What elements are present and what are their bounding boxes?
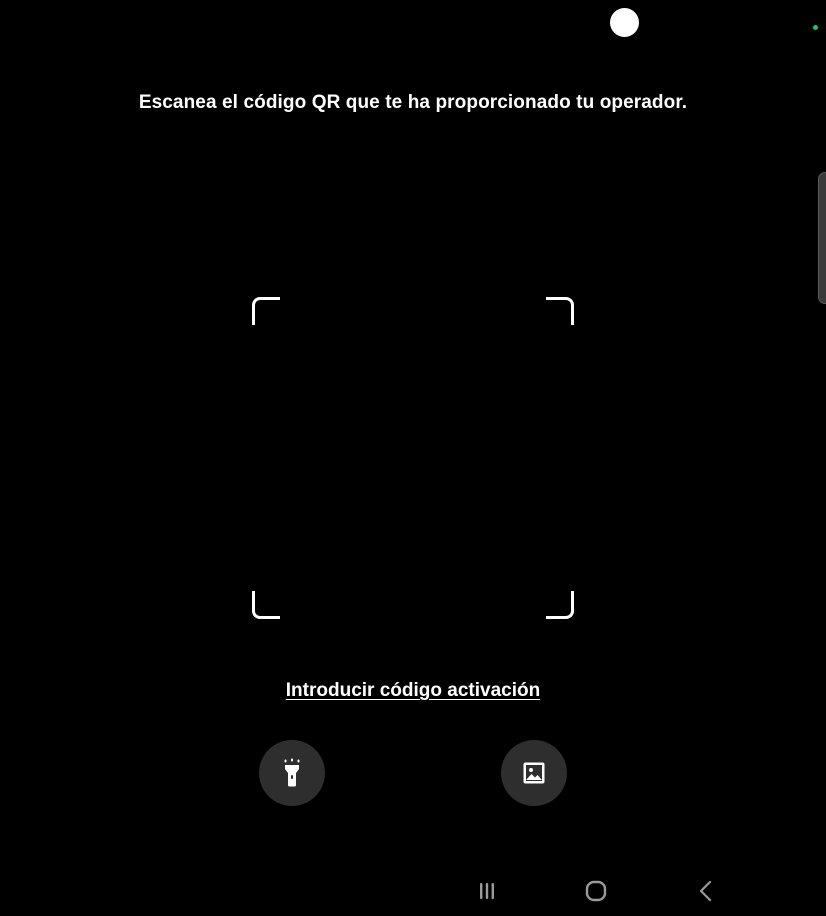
activation-code-link-container: Introducir código activación bbox=[0, 678, 826, 704]
recents-button[interactable] bbox=[471, 878, 503, 904]
home-icon bbox=[585, 880, 607, 902]
flashlight-button[interactable] bbox=[259, 740, 325, 806]
scan-frame-corner-top-left bbox=[252, 297, 280, 325]
recents-icon bbox=[480, 883, 494, 899]
flashlight-icon bbox=[284, 758, 300, 787]
image-icon bbox=[523, 762, 545, 784]
scan-frame-corner-bottom-right bbox=[546, 591, 574, 619]
edge-panel-handle[interactable] bbox=[818, 172, 826, 304]
navigation-bar bbox=[0, 866, 826, 916]
gallery-button[interactable] bbox=[501, 740, 567, 806]
enter-activation-code-link[interactable]: Introducir código activación bbox=[286, 680, 540, 701]
camera-cutout bbox=[610, 8, 639, 37]
home-button[interactable] bbox=[580, 878, 612, 904]
scan-frame-corner-bottom-left bbox=[252, 591, 280, 619]
camera-in-use-indicator bbox=[813, 25, 818, 30]
scan-instruction: Escanea el código QR que te ha proporcio… bbox=[138, 92, 688, 113]
back-icon bbox=[699, 880, 712, 902]
back-button[interactable] bbox=[690, 878, 722, 904]
qr-scan-frame bbox=[252, 297, 574, 619]
scan-frame-corner-top-right bbox=[546, 297, 574, 325]
